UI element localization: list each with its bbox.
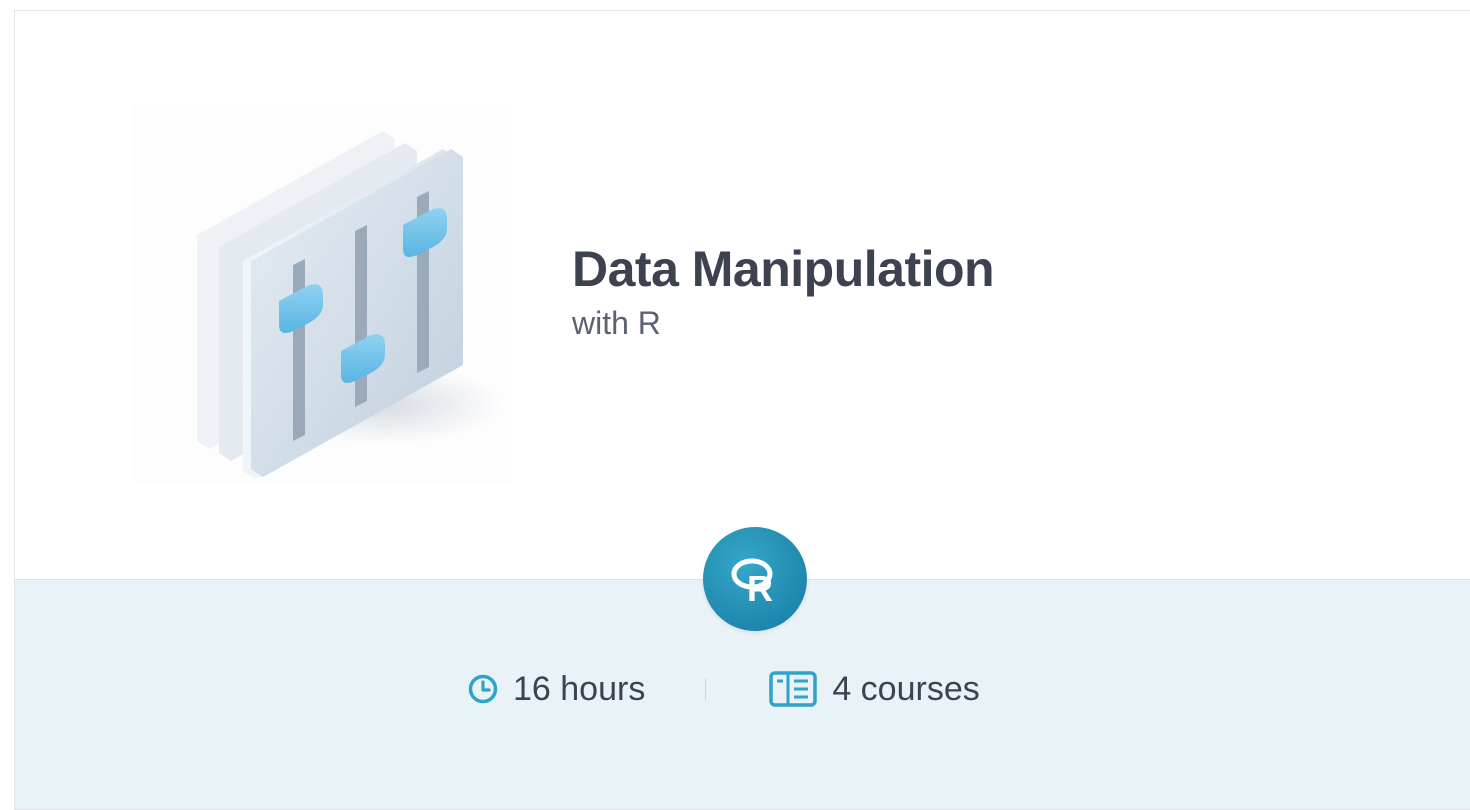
- sliders-icon: [133, 105, 511, 483]
- track-card-header: Data Manipulation with R: [15, 11, 1470, 579]
- track-meta: 16 hours 4 courses: [467, 667, 980, 711]
- courses-item: 4 courses: [768, 669, 980, 709]
- r-language-icon: R: [703, 527, 807, 631]
- track-subtitle: with R: [572, 305, 661, 341]
- duration-item: 16 hours: [467, 670, 645, 709]
- track-title[interactable]: Data Manipulation: [572, 239, 995, 299]
- track-card[interactable]: Data Manipulation with R R 16 hours 4 co…: [14, 10, 1470, 810]
- track-title-block: Data Manipulation with R: [572, 239, 995, 343]
- duration-label: 16 hours: [513, 669, 646, 708]
- courses-label: 4 courses: [832, 669, 980, 708]
- courses-icon: [768, 670, 818, 708]
- meta-divider: [705, 678, 707, 700]
- r-language-letter: R: [747, 568, 773, 609]
- clock-icon: [467, 673, 499, 705]
